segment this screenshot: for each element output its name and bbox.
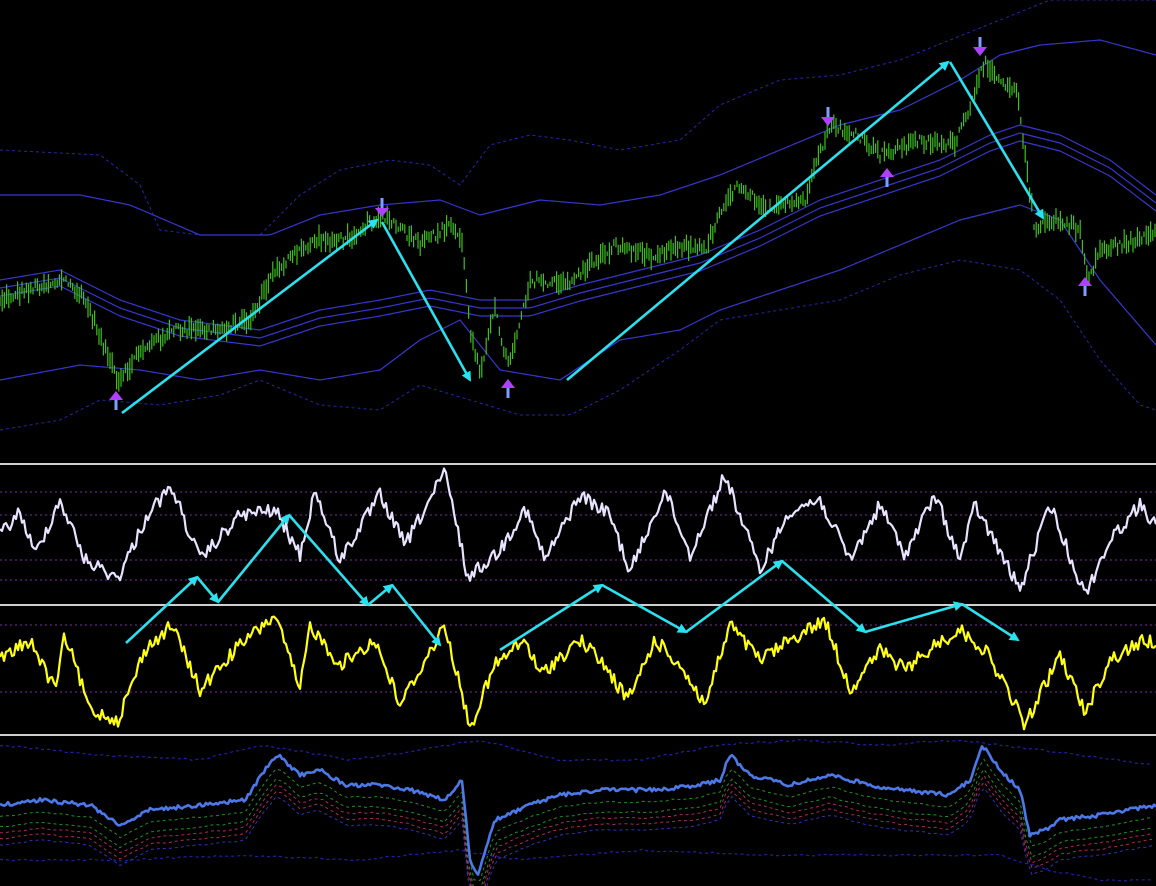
chart-root [0, 0, 1156, 886]
chart-svg [0, 0, 1156, 886]
